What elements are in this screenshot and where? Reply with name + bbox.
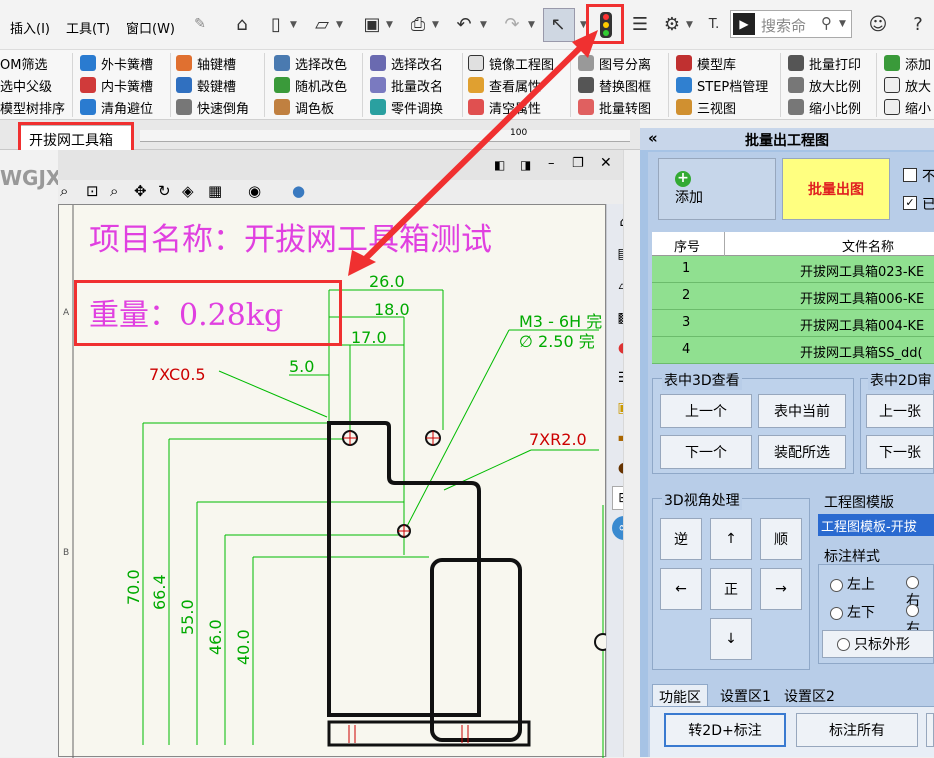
annotation-style-label: 标注样式 (824, 549, 880, 565)
annotate-all-button[interactable]: 标注所有 (796, 713, 918, 747)
view-left-button[interactable]: ← (660, 568, 702, 610)
option-checkbox[interactable] (903, 168, 917, 182)
view-up-button[interactable]: ↑ (710, 518, 752, 560)
view-front-button[interactable]: 正 (710, 568, 752, 610)
tab-settings-1[interactable]: 设置区1 (714, 684, 777, 708)
table-row[interactable]: 3 开拔网工具箱004-KE (652, 310, 934, 337)
more-button[interactable] (926, 713, 934, 747)
table-row[interactable]: 4 开拔网工具箱SS_dd( (652, 337, 934, 364)
assembly-select-button[interactable]: 装配所选 (758, 435, 846, 469)
table-row[interactable]: 2 开拔网工具箱006-KE (652, 283, 934, 310)
view-right-button[interactable]: → (760, 568, 802, 610)
prev-button[interactable]: 上一个 (660, 394, 752, 428)
option-checkbox-checked[interactable]: ✓ (903, 196, 917, 210)
add-button[interactable]: + 添加 (658, 158, 776, 220)
tab-settings-2[interactable]: 设置区2 (778, 684, 841, 708)
radio-bottom-left[interactable]: 左下 (830, 602, 875, 622)
rotate-cw-button[interactable]: 顺 (760, 518, 802, 560)
template-label: 工程图模版 (824, 495, 894, 511)
group-label: 3D视角处理 (662, 490, 742, 510)
group-label: 表中2D审 (868, 370, 934, 390)
table-row[interactable]: 1 开拔网工具箱023-KE (652, 256, 934, 283)
group-label: 表中3D查看 (662, 370, 742, 390)
panel-title-text: 批量出工程图 (745, 133, 829, 149)
prev-sheet-button[interactable]: 上一张 (866, 394, 934, 428)
panel-title: « 批量出工程图 (640, 128, 934, 150)
file-grid-header: 序号 文件名称 (652, 232, 934, 256)
convert-2d-annotate-button[interactable]: 转2D+标注 (664, 713, 786, 747)
rotate-ccw-button[interactable]: 逆 (660, 518, 702, 560)
outline-only-radio[interactable]: 只标外形 (822, 630, 934, 658)
next-sheet-button[interactable]: 下一张 (866, 435, 934, 469)
batch-output-button[interactable]: 批量出图 (782, 158, 890, 220)
next-button[interactable]: 下一个 (660, 435, 752, 469)
plus-icon: + (675, 171, 691, 187)
view-down-button[interactable]: ↓ (710, 618, 752, 660)
panel-tabs: 功能区 设置区1 设置区2 (648, 684, 934, 709)
vertical-scrollbar[interactable] (623, 150, 640, 757)
template-select[interactable]: 工程图模板-开拔 (818, 514, 934, 536)
collapse-icon[interactable]: « (648, 129, 658, 147)
current-button[interactable]: 表中当前 (758, 394, 846, 428)
radio-top-left[interactable]: 左上 (830, 574, 875, 594)
